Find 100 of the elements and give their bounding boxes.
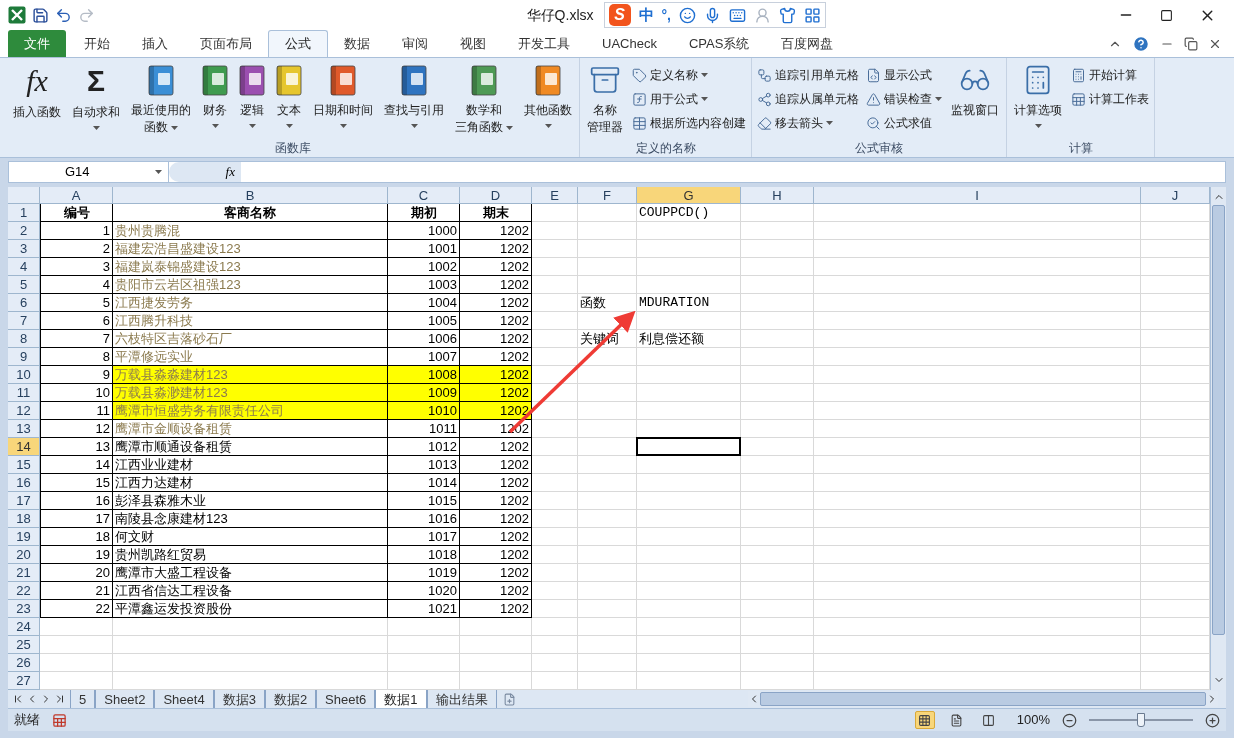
row-header[interactable]: 1 [8,204,40,222]
empty-cell[interactable] [741,384,814,402]
empty-cell[interactable] [814,402,1141,420]
ribbon-button[interactable]: 根据所选内容创建 [630,111,749,135]
row-header[interactable]: 4 [8,258,40,276]
empty-cell[interactable] [637,654,741,672]
ribbon-button[interactable]: 追踪从属单元格 [755,87,862,111]
ribbon-button[interactable]: 监视窗口 [947,62,1004,119]
microphone-icon[interactable] [704,6,721,24]
empty-cell[interactable] [578,240,637,258]
empty-cell[interactable] [637,510,741,528]
ribbon-button[interactable]: 追踪引用单元格 [755,63,862,87]
empty-cell[interactable] [578,636,637,654]
sheet-tab[interactable]: Sheet4 [154,690,214,708]
row-header[interactable]: 5 [8,276,40,294]
empty-cell[interactable] [814,600,1141,618]
empty-cell[interactable] [741,600,814,618]
empty-cell[interactable] [532,240,578,258]
ribbon-button[interactable]: 其他函数 [520,62,577,133]
last-sheet-icon[interactable] [54,693,66,705]
empty-cell[interactable] [388,618,460,636]
empty-cell[interactable] [578,276,637,294]
punctuation-toggle[interactable]: °, [661,4,671,26]
first-sheet-icon[interactable] [12,693,24,705]
save-icon[interactable] [32,6,49,24]
empty-cell[interactable] [814,528,1141,546]
zoom-slider[interactable] [1089,713,1193,727]
empty-cell[interactable] [578,528,637,546]
empty-cell[interactable] [814,384,1141,402]
empty-cell[interactable] [741,420,814,438]
ribbon-button[interactable]: 数学和 三角函数 [451,62,518,136]
empty-cell[interactable] [637,402,741,420]
empty-cell[interactable] [741,528,814,546]
row-header[interactable]: 13 [8,420,40,438]
ribbon-tab[interactable]: UACheck [586,30,673,57]
ribbon-button[interactable]: 公式求值 [864,111,945,135]
empty-cell[interactable] [532,330,578,348]
empty-cell[interactable] [460,654,532,672]
sheet-tab[interactable]: Sheet6 [316,690,376,708]
empty-cell[interactable] [814,420,1141,438]
view-button[interactable] [914,711,935,729]
empty-cell[interactable] [741,618,814,636]
ribbon-tab[interactable]: 公式 [268,30,328,57]
sheet-tab[interactable]: 数据2 [264,690,317,708]
smiley-icon[interactable] [679,6,696,24]
row-header[interactable]: 3 [8,240,40,258]
empty-cell[interactable] [578,384,637,402]
spreadsheet-logo-icon[interactable] [8,6,26,24]
keyboard-icon[interactable] [729,6,746,24]
column-header[interactable]: J [1141,187,1210,204]
ribbon-button[interactable]: 定义名称 [630,63,749,87]
column-header[interactable]: I [814,187,1141,204]
row-header[interactable]: 7 [8,312,40,330]
row-header[interactable]: 17 [8,492,40,510]
empty-cell[interactable] [637,546,741,564]
row-header[interactable]: 10 [8,366,40,384]
sheet-tab[interactable]: 数据1 [375,690,427,708]
ribbon-button[interactable]: Σ 自动求和 [68,62,124,135]
ribbon-button[interactable]: 最近使用的 函数 [127,62,195,136]
row-header[interactable]: 18 [8,510,40,528]
empty-cell[interactable] [741,402,814,420]
empty-cell[interactable] [532,474,578,492]
help-icon[interactable] [1132,34,1150,53]
ribbon-button[interactable]: 显示公式 [864,63,945,87]
empty-cell[interactable] [637,312,741,330]
empty-cell[interactable] [637,258,741,276]
empty-cell[interactable] [460,618,532,636]
ribbon-tab[interactable]: CPAS系统 [672,30,766,57]
empty-cell[interactable] [578,312,637,330]
row-header[interactable]: 23 [8,600,40,618]
empty-cell[interactable] [814,510,1141,528]
empty-cell[interactable] [741,438,814,456]
ribbon-button[interactable]: 查找与引用 [380,62,448,133]
row-header[interactable]: 12 [8,402,40,420]
ribbon-button[interactable]: 计算选项 [1010,62,1067,133]
empty-cell[interactable] [814,582,1141,600]
empty-cell[interactable] [814,258,1141,276]
column-header[interactable]: C [388,187,460,204]
empty-cell[interactable] [532,420,578,438]
empty-cell[interactable] [532,582,578,600]
ribbon-tab[interactable]: 开发工具 [502,30,586,57]
empty-cell[interactable] [532,204,578,222]
row-header[interactable]: 11 [8,384,40,402]
select-all-corner[interactable] [8,187,40,204]
empty-cell[interactable] [532,276,578,294]
empty-cell[interactable] [741,654,814,672]
empty-cell[interactable] [637,276,741,294]
ribbon-tab[interactable]: 插入 [126,30,184,57]
empty-cell[interactable] [741,546,814,564]
empty-cell[interactable] [637,384,741,402]
empty-cell[interactable] [532,564,578,582]
empty-cell[interactable] [741,492,814,510]
scroll-thumb[interactable] [760,692,1206,706]
empty-cell[interactable] [532,294,578,312]
ribbon-tab[interactable]: 文件 [8,30,66,57]
row-header[interactable]: 22 [8,582,40,600]
empty-cell[interactable] [113,636,388,654]
empty-cell[interactable] [741,294,814,312]
row-header[interactable]: 20 [8,546,40,564]
empty-cell[interactable] [741,474,814,492]
